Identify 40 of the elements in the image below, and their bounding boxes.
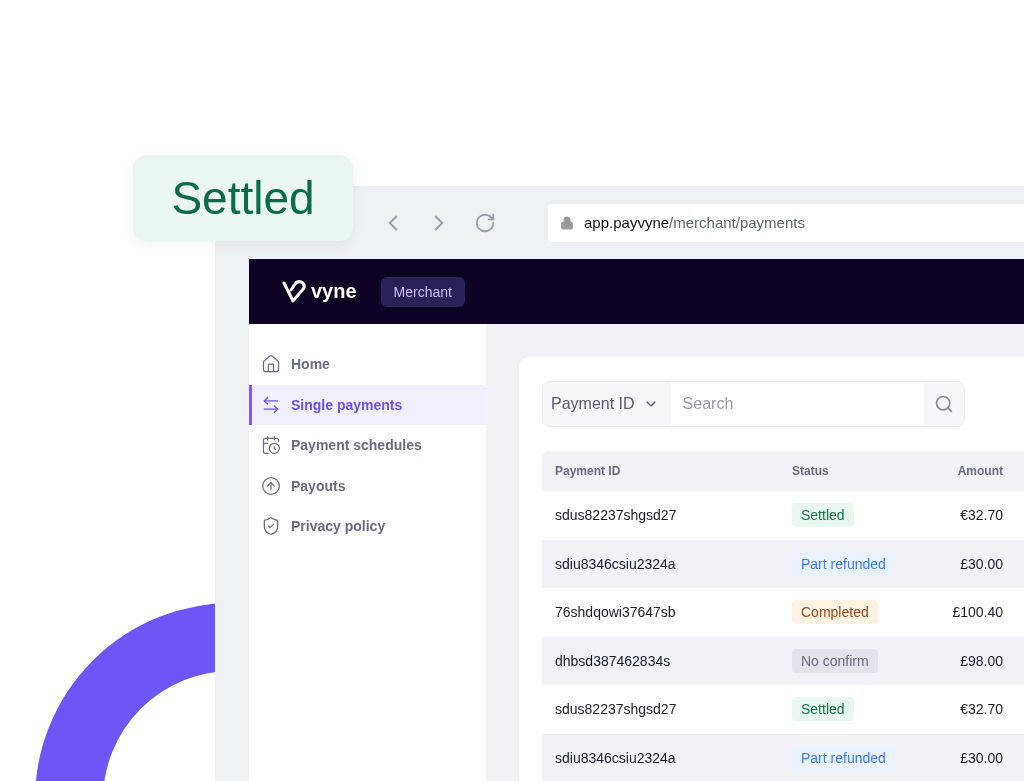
amount: €32.70 — [959, 507, 1003, 524]
reload-icon — [474, 211, 496, 234]
amount: £30.00 — [959, 555, 1003, 572]
sidebar-item[interactable]: Home — [249, 344, 486, 385]
payment-id: sdus82237shgsd27 — [555, 701, 678, 718]
address-bar[interactable]: app.payvyne/merchant/payments — [548, 203, 1024, 242]
sidebar-item[interactable]: Payment schedules — [249, 425, 486, 466]
payment-id: 76shdqowi37647sb — [555, 604, 677, 621]
payment-id: dhbsd387462834s — [555, 652, 672, 669]
shield-icon — [261, 516, 281, 537]
status-tag: No confirm — [792, 648, 878, 673]
merchant-tag: Merchant — [380, 276, 465, 307]
url-text: app.payvyne/merchant/payments — [584, 214, 805, 231]
status-tag: Part refunded — [792, 551, 895, 576]
sidebar-item[interactable]: Payouts — [249, 465, 486, 506]
logo-text: vyne — [311, 280, 357, 303]
sidebar-item[interactable]: Privacy policy — [249, 506, 486, 547]
arrows-icon — [261, 394, 281, 415]
status-tag: Completed — [792, 600, 878, 625]
column-header: Payment ID — [555, 464, 622, 478]
search-field[interactable]: Search — [670, 382, 924, 426]
lock-icon — [560, 215, 574, 230]
status-tag: Settled — [792, 697, 854, 722]
status-tag: Settled — [792, 503, 854, 528]
calendar-icon — [261, 435, 281, 456]
column-header: Status — [792, 464, 830, 478]
sidebar-item[interactable]: Single payments — [249, 384, 486, 425]
amount: £100.40 — [951, 604, 1003, 621]
amount: £98.00 — [959, 652, 1003, 669]
amount: €32.70 — [959, 701, 1003, 718]
payment-id: sdiu8346csiu2324a — [555, 555, 677, 572]
amount: £30.00 — [959, 749, 1003, 766]
heart-logo-icon — [281, 278, 309, 305]
status-tag: Part refunded — [792, 745, 895, 770]
payment-id: sdus82237shgsd27 — [555, 507, 678, 524]
search-icon — [934, 394, 954, 414]
payment-id: sdiu8346csiu2324a — [555, 749, 677, 766]
settled-badge: Settled — [133, 155, 353, 241]
home-icon — [261, 354, 281, 375]
column-header: Amount — [956, 464, 1003, 478]
